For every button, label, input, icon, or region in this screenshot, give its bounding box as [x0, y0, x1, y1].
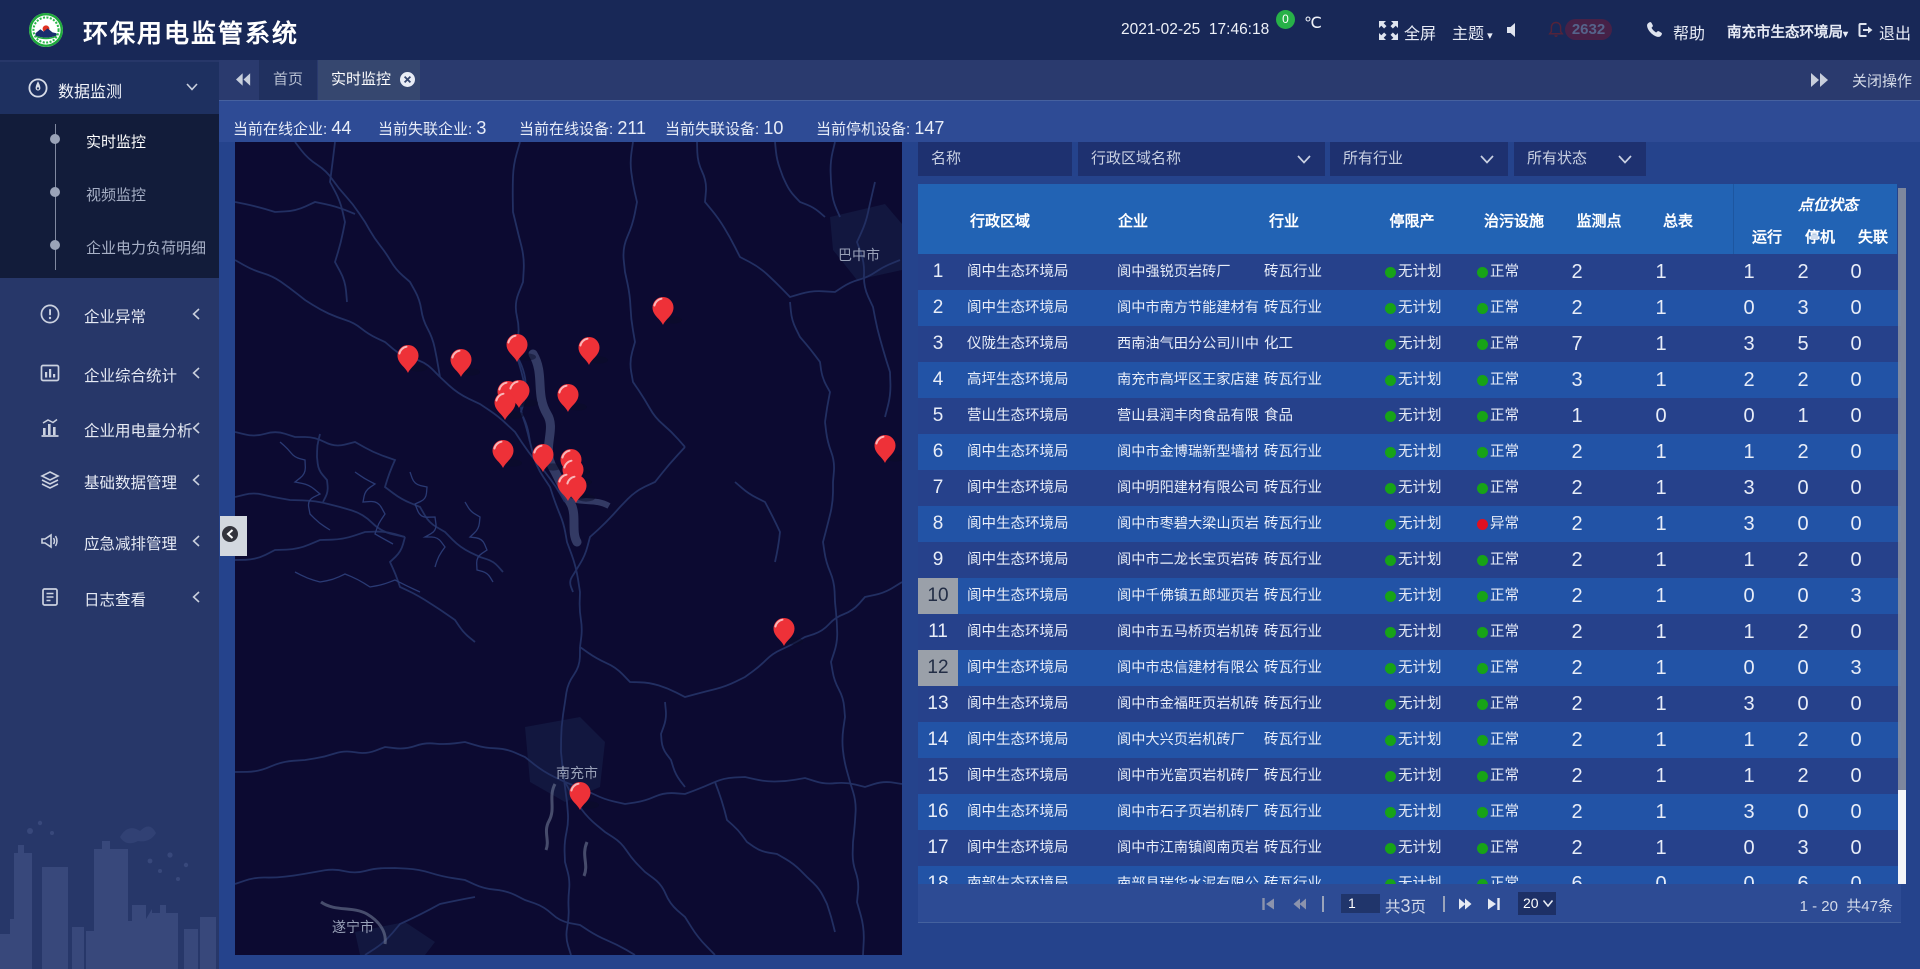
svg-text:巴中市: 巴中市	[838, 247, 880, 263]
svg-text:南充市: 南充市	[556, 765, 598, 781]
svg-text:遂宁市: 遂宁市	[332, 919, 374, 935]
